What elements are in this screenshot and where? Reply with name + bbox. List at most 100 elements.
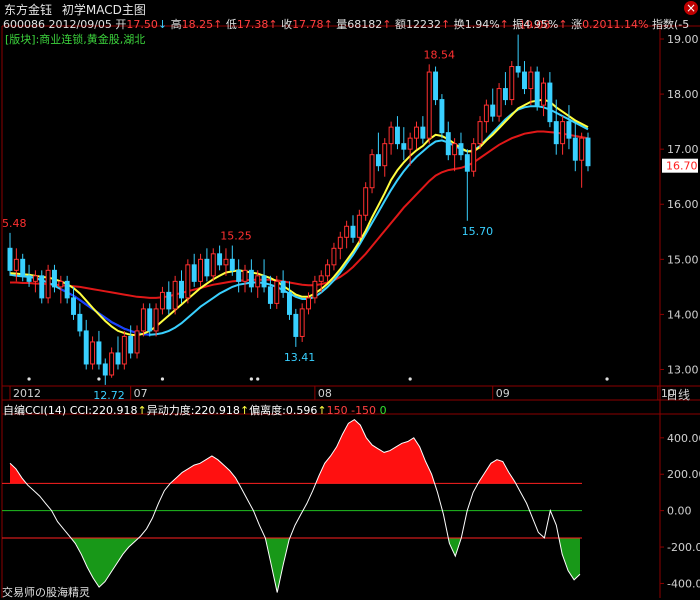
candle-body bbox=[191, 264, 197, 282]
close-icon[interactable]: × bbox=[684, 1, 698, 15]
candle-body bbox=[541, 82, 547, 106]
candle-body bbox=[414, 126, 419, 139]
candle-body bbox=[115, 352, 121, 365]
signal-dot bbox=[27, 377, 31, 381]
cci-label: CCI: bbox=[69, 404, 92, 417]
candle-body bbox=[159, 291, 165, 310]
candle-body bbox=[223, 258, 229, 266]
quote-index: (-5 bbox=[674, 18, 690, 31]
candle-body bbox=[502, 88, 508, 101]
candle-body bbox=[32, 275, 38, 282]
quote-amplitude-label: 振 bbox=[512, 18, 524, 31]
candle-body bbox=[185, 264, 191, 299]
price-annotation: 15.70 bbox=[462, 225, 494, 238]
quote-low-label: 低 bbox=[225, 18, 237, 31]
candle-body bbox=[471, 143, 477, 172]
price-tick-label: 13.00 bbox=[667, 363, 699, 376]
candle-body bbox=[13, 258, 19, 271]
cci-tick-label: 0.00 bbox=[667, 505, 692, 518]
candle-body bbox=[407, 137, 413, 150]
price-tick-label: 16.00 bbox=[667, 198, 699, 211]
candle-body bbox=[318, 275, 324, 282]
candle-body bbox=[401, 143, 407, 150]
quote-volume-label: 量 bbox=[336, 18, 348, 31]
candle-body bbox=[210, 253, 216, 277]
candle-body bbox=[64, 280, 70, 299]
candle-body bbox=[325, 264, 331, 277]
candle-body bbox=[287, 291, 292, 315]
candle-body bbox=[452, 143, 458, 156]
candle-body bbox=[445, 132, 451, 156]
candle-body bbox=[248, 269, 254, 288]
candle-body bbox=[560, 121, 566, 145]
candle-body bbox=[204, 258, 210, 277]
signal-dot bbox=[249, 377, 253, 381]
quote-code: 600086 bbox=[3, 18, 45, 31]
candle-body bbox=[464, 154, 470, 172]
candle-body bbox=[147, 308, 153, 332]
chart-app: 13.00 14.00 15.00 16.00 17.00 18.00 19.00 2012 0… bbox=[0, 0, 700, 600]
date-tick-label: 2012 bbox=[13, 387, 41, 400]
candle-body bbox=[566, 121, 572, 139]
price-tick-label: 17.00 bbox=[667, 143, 699, 156]
quote-amount: 12232 bbox=[406, 18, 441, 31]
candle-body bbox=[109, 352, 115, 376]
chart-canvas[interactable]: 13.00 14.00 15.00 16.00 17.00 18.00 19.00 2012 0… bbox=[0, 0, 700, 600]
candle-body bbox=[77, 313, 83, 332]
candle-body bbox=[522, 71, 527, 90]
axis-unit-label: 日线 bbox=[666, 388, 690, 402]
date-tick-label: 08 bbox=[318, 387, 332, 400]
candle-body bbox=[515, 66, 521, 73]
candle-body bbox=[7, 247, 13, 271]
price-tick-label: 14.00 bbox=[667, 308, 699, 321]
candle-body bbox=[217, 253, 223, 266]
candle-body bbox=[426, 71, 432, 139]
candle-body bbox=[71, 297, 76, 315]
candle-body bbox=[172, 280, 178, 310]
candle-body bbox=[90, 341, 96, 365]
level-high: 150 bbox=[326, 404, 348, 417]
candle-body bbox=[337, 236, 343, 249]
quote-open-label: 开 bbox=[115, 18, 127, 31]
candle-body bbox=[528, 71, 534, 90]
quote-volume: 68182 bbox=[347, 18, 383, 31]
candle-body bbox=[26, 275, 32, 282]
cci-oversold-fill bbox=[265, 537, 290, 593]
date-tick-label: 07 bbox=[134, 387, 148, 400]
ma-long-line bbox=[10, 130, 589, 299]
candle-body bbox=[20, 258, 26, 277]
price-annotation: 18.54 bbox=[424, 48, 456, 61]
candle-body bbox=[490, 104, 496, 117]
candle-body bbox=[267, 286, 273, 304]
candle-body bbox=[388, 126, 394, 145]
candle-body bbox=[140, 308, 146, 332]
price-annotation: 5.48 bbox=[2, 217, 27, 230]
quote-high-label: 高 bbox=[170, 18, 182, 31]
quote-change: 0.2011.14% bbox=[582, 18, 649, 31]
quote-low: 17.38 bbox=[236, 18, 269, 31]
candle-body bbox=[547, 82, 553, 123]
cci-tick-label: 200.00 bbox=[667, 468, 700, 481]
candle-body bbox=[83, 330, 89, 365]
quote-turnover-label: 换 bbox=[453, 18, 465, 31]
candle-body bbox=[299, 308, 305, 337]
cci-header: 自编CCI(14) CCI:220.918↑异动力度:220.918↑偏离度:0… bbox=[3, 404, 387, 417]
candle-body bbox=[274, 280, 280, 304]
candle-body bbox=[134, 330, 140, 354]
candle-body bbox=[236, 269, 242, 282]
candle-body bbox=[572, 137, 578, 161]
price-annotation: 15.25 bbox=[220, 230, 252, 243]
candle-body bbox=[439, 99, 445, 134]
sector-tag[interactable]: [版块]:商业连锁,黄金股,湖北 bbox=[5, 31, 145, 47]
candle-body bbox=[293, 313, 299, 337]
candle-body bbox=[229, 258, 235, 271]
candle-body bbox=[45, 269, 51, 299]
quote-high: 18.25 bbox=[181, 18, 214, 31]
quote-date: 2012/09/05 bbox=[48, 18, 112, 31]
quote-amplitude: 4.95% bbox=[523, 18, 559, 31]
candle-body bbox=[394, 126, 400, 145]
candle-body bbox=[477, 121, 483, 145]
price-tick-label: 15.00 bbox=[667, 253, 699, 266]
candle-body bbox=[350, 225, 356, 238]
quote-bar: 600086 2012/09/05 开17.50↓ 高18.25↑ 低17.38… bbox=[3, 18, 690, 31]
